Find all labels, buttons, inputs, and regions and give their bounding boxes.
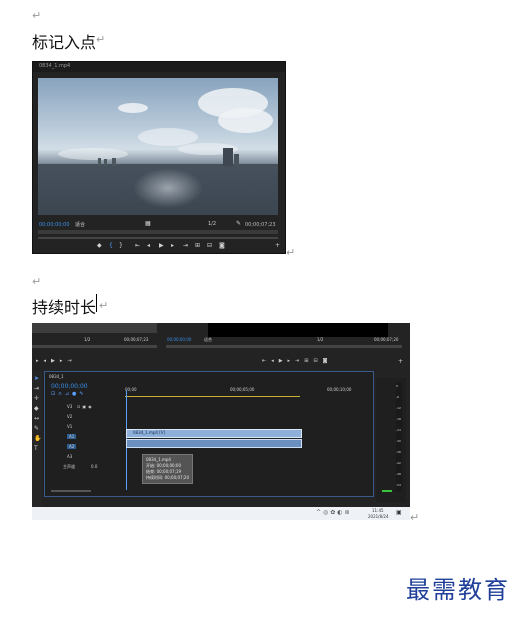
meter-tick: -12 — [396, 406, 401, 410]
monitor-title-bar: 0834_1.mp4 — [33, 62, 285, 72]
master-track-value[interactable]: 0.0 — [91, 464, 97, 469]
meter-tick: -6 — [396, 395, 399, 399]
go-to-out-icon[interactable]: ⇥ — [183, 242, 188, 249]
windows-taskbar: ^◎✿◐⊛ 11:45 2021/8/24 ▣ — [32, 507, 410, 520]
source-preview-strip — [32, 323, 157, 333]
paragraph-mark: ↵ — [410, 511, 420, 524]
master-track-label: 主声道 — [63, 464, 75, 469]
paragraph-mark: ↵ — [32, 9, 42, 22]
ruler-tick: 00;00;10;00 — [327, 387, 352, 392]
track-toggle-icons[interactable]: ⊡▣◉ — [77, 404, 94, 409]
program-fit[interactable]: 适合 — [204, 337, 212, 343]
paragraph-mark: ↵ — [99, 299, 109, 312]
video-clip[interactable]: 0834_1.mp4 [V] — [126, 429, 302, 438]
zoom-bar[interactable] — [38, 237, 278, 239]
sequence-tab[interactable]: 0834_1 — [49, 374, 64, 379]
section-heading-mark-in: 标记入点 — [32, 33, 97, 52]
add-marker-icon[interactable]: ◆ — [97, 242, 102, 249]
step-back-icon[interactable]: ◂ — [147, 242, 150, 249]
track-a1[interactable]: A1 — [67, 434, 77, 439]
video-clip-label: 0834_1.mp4 [V] — [133, 430, 166, 435]
meter-tick: 0 — [396, 384, 398, 388]
program-duration: 00;00;07;20 — [374, 337, 399, 342]
program-transport-icons[interactable]: ⇤◂▶▸⇥⊞⊟◙ — [262, 358, 332, 364]
track-v1[interactable]: V1 — [67, 424, 72, 429]
work-area-bar[interactable] — [125, 396, 300, 397]
video-frame — [38, 78, 278, 215]
track-v3[interactable]: V3 — [67, 404, 72, 409]
insert-icon[interactable]: ⊞ — [195, 242, 200, 249]
section-heading-duration: 持续时长 — [32, 298, 97, 317]
paragraph-mark: ↵ — [96, 33, 106, 46]
meter-level — [382, 490, 392, 492]
brand-watermark: 最需教育 — [406, 576, 510, 604]
paragraph-mark: ↵ — [286, 246, 296, 259]
selection-tool-icon[interactable]: ➤ — [34, 375, 39, 382]
play-icon[interactable]: ▶ — [159, 242, 164, 249]
text-cursor — [96, 294, 97, 312]
camera-icon[interactable]: ◙ — [219, 242, 225, 249]
add-button-icon[interactable]: + — [275, 242, 280, 249]
track-a3[interactable]: A3 — [67, 454, 72, 459]
notification-icon[interactable]: ▣ — [396, 509, 402, 516]
wrench-icon[interactable]: ✎ — [236, 220, 241, 227]
meter-tick: -36 — [396, 450, 401, 454]
timeline-panel: 0834_1 00;00;00;00 ⊡∩⊿●✎ 00;00 00;00;05;… — [44, 371, 374, 497]
clock-date[interactable]: 2021/8/24 — [368, 514, 389, 519]
playhead-timecode[interactable]: 00;00;00;00 — [51, 383, 88, 390]
go-to-in-icon[interactable]: ⇤ — [135, 242, 140, 249]
meter-tick: -48 — [396, 472, 401, 476]
scrub-bar[interactable] — [38, 230, 278, 234]
monitor-timecode-left[interactable]: 00;00;00;00 — [39, 222, 70, 228]
track-headers: V3 V2 V1 A1 A2 A3 主声道 0.0 ⊡▣◉ — [45, 402, 123, 482]
program-monitor-screenshot: 0834_1.mp4 00;00;00;00 适合 ▦ 1/2 ✎ 00;00;… — [32, 61, 286, 254]
audio-meter: 0 -6 -12 -18 -24 -30 -36 -42 -48 -54 — [376, 378, 406, 502]
monitor-tab[interactable]: 0834_1.mp4 — [39, 63, 70, 69]
clock-time[interactable]: 11:45 — [372, 508, 384, 513]
tray-icons[interactable]: ^◎✿◐⊛ — [316, 509, 352, 516]
left-quality[interactable]: 1/2 — [84, 337, 90, 342]
mark-in-icon[interactable]: { — [109, 242, 113, 249]
program-quality[interactable]: 1/2 — [317, 337, 323, 342]
quality-dropdown[interactable]: 1/2 — [208, 221, 216, 227]
timeline-screenshot: 1/2 00;00;07;23 00;00;00;00 适合 1/2 00;00… — [32, 323, 410, 520]
meter-tick: -42 — [396, 461, 401, 465]
meter-tick: -18 — [396, 417, 401, 421]
tooltip-line: 持续时间: 00;00;07;20 — [146, 475, 190, 480]
pen-icon[interactable]: ✎ — [34, 425, 39, 432]
type-icon[interactable]: T — [34, 445, 38, 452]
razor-icon[interactable]: ◆ — [34, 405, 39, 412]
meter-tick: -30 — [396, 439, 401, 443]
program-preview-strip — [208, 323, 388, 337]
tools-panel: ➤ ⇥ ✛ ◆ ↔ ✎ ✋ T — [32, 371, 42, 507]
hand-icon[interactable]: ✋ — [34, 435, 41, 442]
source-transport-icons[interactable]: ▸◂▶▸⇥ — [36, 358, 77, 364]
meter-tick: -54 — [396, 483, 401, 487]
ruler-tick: 00;00;05;00 — [230, 387, 255, 392]
track-a2[interactable]: A2 — [67, 444, 77, 449]
slip-icon[interactable]: ↔ — [34, 415, 39, 422]
timeline-tool-icons[interactable]: ⊡∩⊿●✎ — [51, 391, 87, 397]
ripple-icon[interactable]: ✛ — [34, 395, 39, 402]
settings-icon[interactable]: ▦ — [145, 220, 151, 227]
meter-tick: -24 — [396, 428, 401, 432]
left-timecode: 00;00;07;23 — [124, 337, 149, 342]
program-timecode[interactable]: 00;00;00;00 — [167, 337, 191, 342]
fit-dropdown[interactable]: 适合 — [75, 221, 85, 228]
transport-controls: ◆ { } ⇤ ◂ ▶ ▸ ⇥ ⊞ ⊟ ◙ — [97, 242, 227, 250]
audio-clip[interactable] — [126, 439, 302, 448]
track-v2[interactable]: V2 — [67, 414, 72, 419]
add-icon[interactable]: + — [398, 358, 403, 365]
overwrite-icon[interactable]: ⊟ — [207, 242, 212, 249]
timeline-scrollbar[interactable] — [51, 490, 91, 492]
meter-scale: 0 -6 -12 -18 -24 -30 -36 -42 -48 -54 — [396, 382, 402, 492]
monitor-timecode-right: 00;00;07;23 — [245, 222, 276, 228]
mark-out-icon[interactable]: } — [119, 242, 123, 249]
track-select-icon[interactable]: ⇥ — [34, 385, 39, 392]
step-forward-icon[interactable]: ▸ — [171, 242, 174, 249]
paragraph-mark: ↵ — [32, 275, 42, 288]
clip-tooltip: 0834_1.mp4 开始: 00;00;00;00 结束: 00;00;07;… — [142, 454, 194, 484]
